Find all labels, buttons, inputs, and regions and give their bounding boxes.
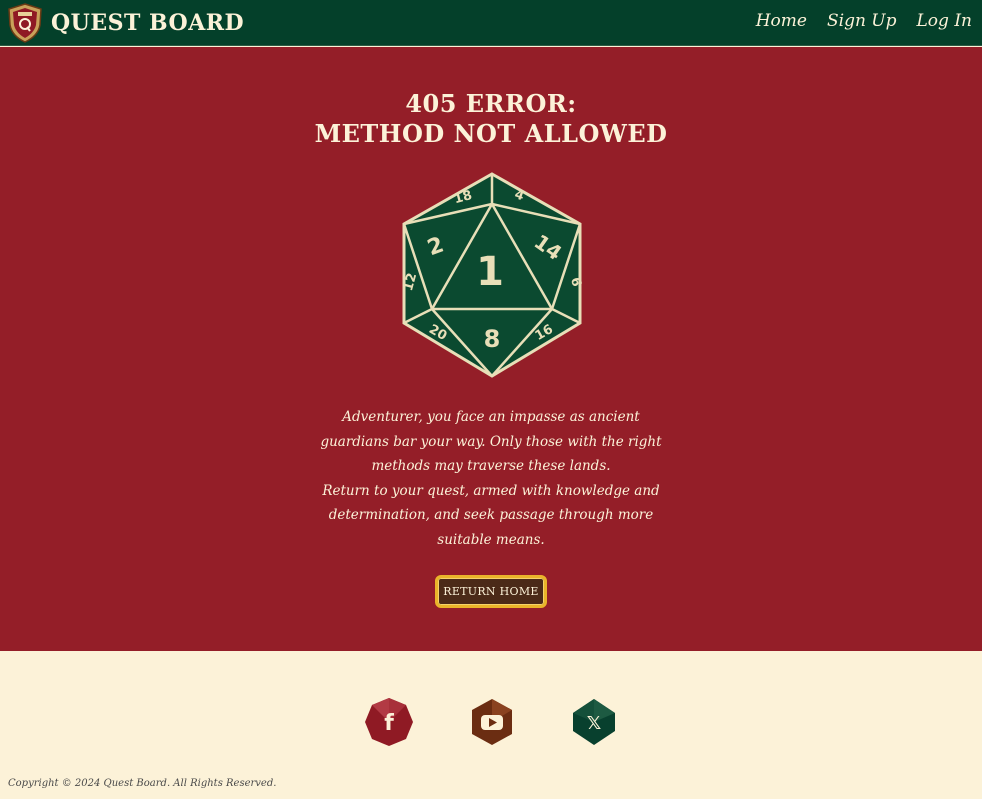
x-link[interactable]: 𝕏 <box>569 697 619 747</box>
x-icon: 𝕏 <box>573 699 615 745</box>
error-message: Adventurer, you face an impasse as ancie… <box>306 405 676 552</box>
error-message-paragraph-2: Return to your quest, armed with knowled… <box>322 482 660 548</box>
error-title: 405 Error: Method Not Allowed <box>0 89 982 149</box>
return-home-button[interactable]: Return Home <box>435 575 547 608</box>
die-face-center: 1 <box>476 249 504 295</box>
error-title-line2: Method Not Allowed <box>314 119 668 148</box>
brand[interactable]: Quest Board <box>7 3 244 43</box>
nav-home-link[interactable]: Home <box>756 11 807 31</box>
svg-text:f: f <box>384 711 394 736</box>
error-message-paragraph-1: Adventurer, you face an impasse as ancie… <box>320 409 662 474</box>
nav-sign-up-link[interactable]: Sign Up <box>827 11 897 31</box>
shield-logo-icon <box>8 3 42 43</box>
facebook-icon: f <box>365 698 413 746</box>
d20-die-icon: 1 8 2 14 18 4 12 6 20 16 <box>401 172 584 378</box>
navbar: Quest Board Home Sign Up Log In <box>0 0 982 46</box>
copyright-text: Copyright © 2024 Quest Board. All Rights… <box>8 778 277 789</box>
error-title-line1: 405 Error: <box>405 89 577 118</box>
footer: f 𝕏 Copyright © 2024 Quest Board. All Ri… <box>0 652 982 799</box>
error-section: 405 Error: Method Not Allowed 1 8 2 14 1… <box>0 47 982 651</box>
nav-links: Home Sign Up Log In <box>756 11 972 31</box>
facebook-link[interactable]: f <box>364 697 414 747</box>
svg-text:𝕏: 𝕏 <box>587 713 602 734</box>
nav-log-in-link[interactable]: Log In <box>917 11 972 31</box>
youtube-link[interactable] <box>467 697 517 747</box>
die-face-bottom: 8 <box>484 325 501 353</box>
youtube-icon <box>472 699 512 745</box>
brand-name: Quest Board <box>51 10 245 36</box>
